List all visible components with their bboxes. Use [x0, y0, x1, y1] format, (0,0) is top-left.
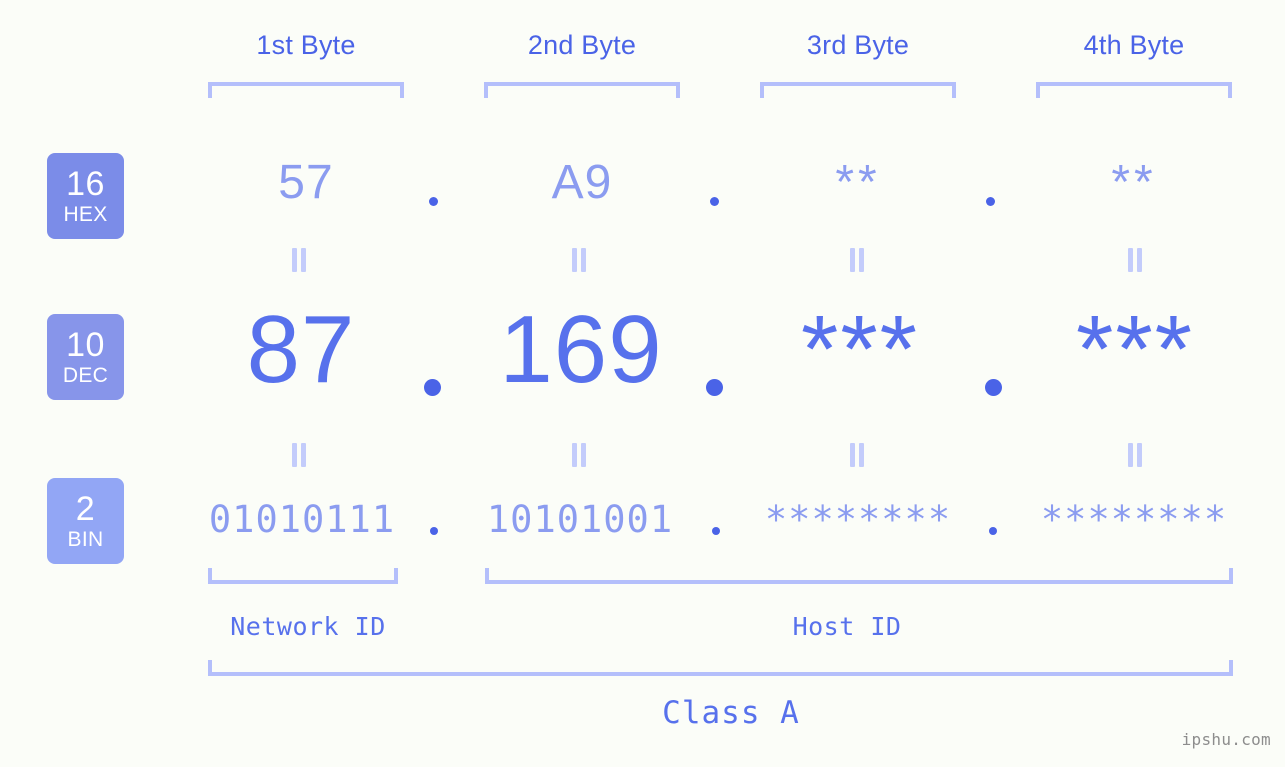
site-watermark: ipshu.com: [1181, 730, 1271, 749]
equals-icon-hex-dec-2: [572, 248, 586, 272]
dec-separator-dot-3: [985, 379, 1002, 396]
hex-byte-3: **: [835, 156, 881, 209]
byte-bracket-4: [1036, 82, 1232, 98]
byte-header-2: 2nd Byte: [527, 30, 637, 60]
byte-header-3: 3rd Byte: [806, 30, 910, 60]
hex-separator-dot-3: [986, 197, 995, 206]
equals-icon-hex-dec-4: [1128, 248, 1142, 272]
network-id-label: Network ID: [230, 612, 386, 641]
equals-icon-dec-bin-1: [292, 443, 306, 467]
base-badge-bin: 2 BIN: [47, 478, 124, 564]
bin-byte-4: ********: [1040, 498, 1228, 541]
bin-separator-dot-3: [989, 527, 997, 535]
base-badge-bin-abbr: BIN: [67, 528, 104, 551]
byte-header-4: 4th Byte: [1083, 30, 1185, 60]
hex-byte-1: 57: [278, 156, 334, 209]
byte-header-1: 1st Byte: [256, 30, 356, 60]
base-badge-hex: 16 HEX: [47, 153, 124, 239]
equals-icon-dec-bin-4: [1128, 443, 1142, 467]
dec-separator-dot-2: [706, 379, 723, 396]
class-label: Class A: [662, 695, 800, 731]
base-badge-dec-number: 10: [66, 326, 105, 364]
base-badge-hex-abbr: HEX: [63, 203, 108, 226]
equals-icon-hex-dec-1: [292, 248, 306, 272]
base-badge-dec-abbr: DEC: [62, 364, 109, 387]
base-badge-hex-number: 16: [66, 165, 105, 203]
bin-byte-1: 01010111: [208, 498, 396, 541]
byte-bracket-1: [208, 82, 404, 98]
dec-byte-3: ***: [800, 296, 920, 403]
bin-byte-3: ********: [764, 498, 952, 541]
equals-icon-dec-bin-2: [572, 443, 586, 467]
dec-separator-dot-1: [424, 379, 441, 396]
dec-byte-1: 87: [246, 296, 356, 403]
ip-byte-breakdown-diagram: 1st Byte 2nd Byte 3rd Byte 4th Byte 16 H…: [0, 0, 1285, 767]
bin-separator-dot-1: [430, 527, 438, 535]
dec-byte-4: ***: [1075, 296, 1195, 403]
bin-byte-2: 10101001: [486, 498, 674, 541]
dec-byte-2: 169: [499, 296, 663, 403]
network-id-bracket: [208, 568, 398, 584]
equals-icon-hex-dec-3: [850, 248, 864, 272]
bin-separator-dot-2: [712, 527, 720, 535]
class-bracket: [208, 660, 1233, 676]
hex-byte-2: A9: [551, 156, 613, 209]
equals-icon-dec-bin-3: [850, 443, 864, 467]
hex-separator-dot-1: [429, 197, 438, 206]
hex-byte-4: **: [1111, 156, 1157, 209]
host-id-bracket: [485, 568, 1233, 584]
base-badge-bin-number: 2: [75, 490, 96, 528]
byte-bracket-2: [484, 82, 680, 98]
byte-bracket-3: [760, 82, 956, 98]
base-badge-dec: 10 DEC: [47, 314, 124, 400]
host-id-label: Host ID: [792, 612, 902, 641]
hex-separator-dot-2: [710, 197, 719, 206]
